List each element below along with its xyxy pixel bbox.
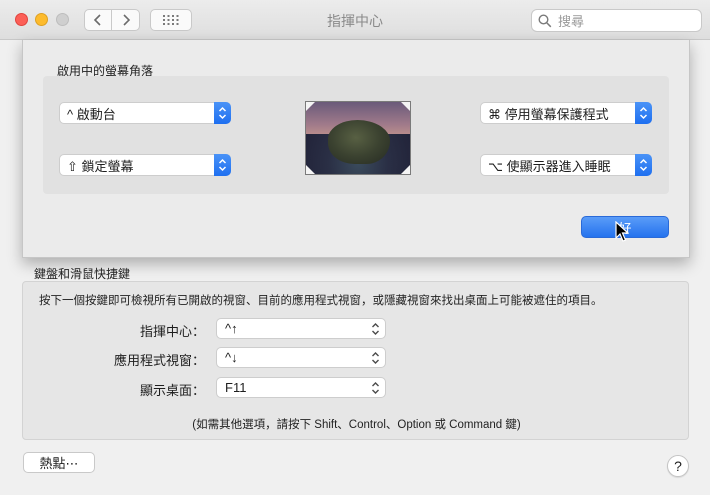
updown-icon (372, 323, 379, 335)
help-button[interactable]: ? (667, 455, 689, 477)
desktop-preview (305, 101, 411, 175)
mission-control-popup[interactable]: ^↑ (216, 318, 386, 339)
app-windows-value: ^↓ (225, 350, 238, 365)
updown-icon (214, 102, 231, 124)
bottom-right-corner-popup[interactable]: ⌥ 使顯示器進入睡眠 (480, 154, 652, 176)
mission-control-label: 指揮中心： (139, 324, 205, 339)
hot-corners-sheet: 啟用中的螢幕角落 ^ 啟動台 ⇧ 鎖定螢幕 ⌘ 停用螢幕保護程式 ⌥ 使顯示器進… (22, 40, 690, 258)
preview-island (328, 120, 390, 164)
shortcuts-section-title: 鍵盤和滑鼠快捷鍵 (34, 267, 131, 281)
top-left-corner-marker (306, 102, 315, 111)
search-icon (538, 13, 552, 27)
show-desktop-value: F11 (225, 380, 247, 395)
bottom-left-corner-popup[interactable]: ⇧ 鎖定螢幕 (59, 154, 231, 176)
corner-settings-box: ^ 啟動台 ⇧ 鎖定螢幕 ⌘ 停用螢幕保護程式 ⌥ 使顯示器進入睡眠 (43, 76, 669, 194)
bottom-left-corner-marker (306, 165, 315, 174)
updown-icon (214, 154, 231, 176)
title-bar: 指揮中心 搜尋 (0, 0, 710, 40)
shortcuts-description: 按下一個按鍵即可檢視所有已開啟的視窗、目前的應用程式視窗，或隱藏視窗來找出桌面上… (39, 295, 603, 307)
mission-control-value: ^↑ (225, 321, 238, 336)
updown-icon (372, 382, 379, 394)
bottom-right-corner-value: ⌥ 使顯示器進入睡眠 (488, 158, 611, 174)
top-right-corner-popup[interactable]: ⌘ 停用螢幕保護程式 (480, 102, 652, 124)
search-placeholder: 搜尋 (558, 14, 585, 29)
top-right-corner-value: ⌘ 停用螢幕保護程式 (488, 106, 609, 122)
show-desktop-popup[interactable]: F11 (216, 377, 386, 398)
shortcuts-box: 按下一個按鍵即可檢視所有已開啟的視窗、目前的應用程式視窗，或隱藏視窗來找出桌面上… (22, 281, 689, 440)
top-left-corner-value: ^ 啟動台 (67, 106, 116, 122)
updown-icon (635, 154, 652, 176)
app-windows-label: 應用程式視窗： (113, 353, 205, 368)
show-desktop-label: 顯示桌面： (139, 383, 205, 398)
search-field[interactable]: 搜尋 (531, 9, 702, 32)
app-windows-popup[interactable]: ^↓ (216, 347, 386, 368)
bottom-right-corner-marker (401, 165, 410, 174)
updown-icon (372, 352, 379, 364)
updown-icon (635, 102, 652, 124)
hot-corners-button[interactable]: 熱點⋯ (23, 452, 95, 473)
modifier-hint: (如需其他選項，請按下 Shift、Control、Option 或 Comma… (192, 419, 521, 431)
top-right-corner-marker (401, 102, 410, 111)
bottom-left-corner-value: ⇧ 鎖定螢幕 (67, 158, 134, 174)
cursor-icon (615, 221, 629, 242)
top-left-corner-popup[interactable]: ^ 啟動台 (59, 102, 231, 124)
